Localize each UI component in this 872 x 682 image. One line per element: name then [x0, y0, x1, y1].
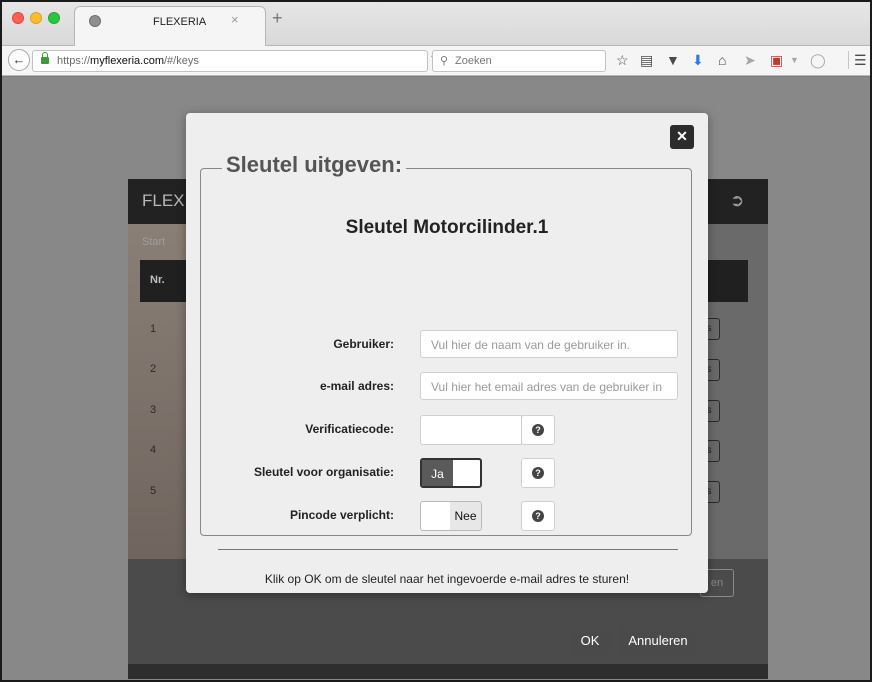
row-number: 3: [150, 404, 157, 416]
lock-icon: [41, 52, 49, 64]
organisation-key-label: Sleutel voor organisatie:: [253, 465, 394, 479]
cancel-button[interactable]: Annuleren: [620, 626, 696, 656]
question-icon: ?: [532, 510, 544, 522]
search-icon: ⚲: [440, 55, 449, 67]
pincode-help-button[interactable]: ?: [521, 501, 555, 531]
verification-code-label: Verificatiecode:: [305, 422, 394, 436]
question-icon: ?: [532, 424, 544, 436]
screen-frame: FLEXERIA × + ← https://myflexeria.com/#/…: [0, 0, 872, 682]
extension-icon[interactable]: ▣: [770, 51, 783, 69]
logout-icon[interactable]: ➲: [730, 191, 744, 211]
dropdown-icon[interactable]: ▼: [790, 51, 799, 69]
key-name: Sleutel Motorcilinder.1: [345, 217, 549, 238]
email-input[interactable]: Vul hier het email adres van de gebruike…: [420, 372, 678, 400]
send-icon[interactable]: ➤: [744, 51, 756, 69]
new-tab-button[interactable]: +: [272, 8, 283, 29]
url-domain: myflexeria.com: [90, 55, 164, 67]
url-text: https://myflexeria.com/#/keys: [57, 55, 199, 67]
organisation-key-toggle[interactable]: Ja: [420, 458, 482, 488]
email-label: e-mail adres:: [319, 379, 394, 393]
toggle-state-label: Ja: [422, 460, 453, 486]
app-footer-bar: [128, 664, 768, 679]
zoom-window-button[interactable]: [48, 12, 60, 24]
toolbar-separator: [848, 51, 849, 69]
back-arrow-icon: ←: [12, 52, 26, 67]
row-number: 5: [150, 485, 157, 497]
toggle-state-label: Nee: [450, 502, 481, 530]
pincode-required-label: Pincode verplicht:: [289, 508, 394, 522]
url-path: /#/keys: [164, 55, 199, 67]
back-button[interactable]: ←: [8, 49, 30, 71]
dialog-instruction: Klik op OK om de sleutel naar het ingevo…: [264, 572, 630, 586]
home-icon[interactable]: ⌂: [718, 51, 726, 69]
search-bar[interactable]: ⚲ Zoeken: [432, 50, 606, 72]
organisation-help-button[interactable]: ?: [521, 458, 555, 488]
url-scheme: https://: [57, 55, 91, 67]
user-input[interactable]: Vul hier de naam van de gebruiker in.: [420, 330, 678, 358]
bookmark-star-icon[interactable]: ☆: [616, 51, 629, 69]
verification-code-input[interactable]: [420, 415, 522, 445]
user-label: Gebruiker:: [333, 337, 394, 351]
ok-button[interactable]: OK: [570, 626, 610, 656]
app-logo: FLEX: [142, 191, 185, 210]
pincode-required-toggle[interactable]: Nee: [420, 501, 482, 531]
tab-close-icon[interactable]: ×: [231, 12, 239, 27]
pocket-icon[interactable]: ▼: [666, 51, 680, 69]
dialog-divider: [218, 549, 678, 550]
tab-start[interactable]: Start: [142, 236, 165, 248]
browser-tab[interactable]: FLEXERIA ×: [74, 6, 266, 46]
minimize-window-button[interactable]: [30, 12, 42, 24]
reading-list-icon[interactable]: ▤: [640, 51, 653, 69]
chat-icon[interactable]: ◯: [810, 51, 826, 69]
downloads-icon[interactable]: ⬇: [692, 51, 704, 69]
url-bar[interactable]: https://myflexeria.com/#/keys ↻: [32, 50, 441, 72]
navigation-bar: ← https://myflexeria.com/#/keys ↻ ⚲ Zoek…: [2, 46, 870, 76]
email-input-placeholder: Vul hier het email adres van de gebruike…: [431, 380, 663, 394]
row-number: 2: [150, 363, 157, 375]
menu-icon[interactable]: ☰: [854, 51, 867, 69]
question-icon: ?: [532, 467, 544, 479]
row-number: 4: [150, 444, 157, 456]
browser-window: FLEXERIA × + ← https://myflexeria.com/#/…: [2, 2, 870, 680]
close-dialog-button[interactable]: ✕: [670, 125, 694, 149]
column-header-nr: Nr.: [150, 274, 165, 286]
user-input-placeholder: Vul hier de naam van de gebruiker in.: [431, 338, 631, 352]
search-placeholder: Zoeken: [455, 55, 492, 67]
row-number: 1: [150, 323, 157, 335]
tab-title: FLEXERIA: [153, 16, 207, 28]
verification-help-button[interactable]: ?: [521, 415, 555, 445]
favicon-icon: [89, 15, 101, 27]
issue-key-dialog: ✕ Sleutel uitgeven: Sleutel Motorcilinde…: [186, 113, 708, 656]
close-window-button[interactable]: [12, 12, 24, 24]
tab-bar: FLEXERIA × +: [2, 2, 870, 46]
dialog-title: Sleutel uitgeven:: [222, 152, 407, 178]
close-icon: ✕: [676, 128, 688, 144]
